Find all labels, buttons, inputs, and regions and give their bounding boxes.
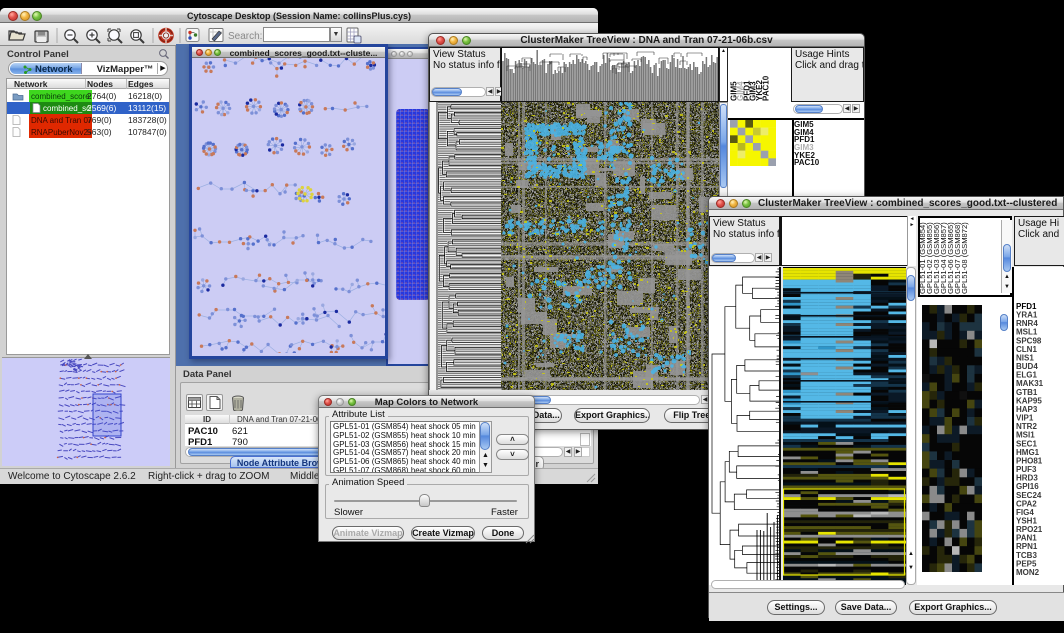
svg-text:PAC10: PAC10 bbox=[762, 75, 771, 101]
svg-text:Search:: Search: bbox=[228, 31, 262, 42]
svg-text:MON2: MON2 bbox=[1016, 568, 1040, 577]
svg-text:GPL51-08 (GSM872): GPL51-08 (GSM872) bbox=[960, 222, 969, 294]
